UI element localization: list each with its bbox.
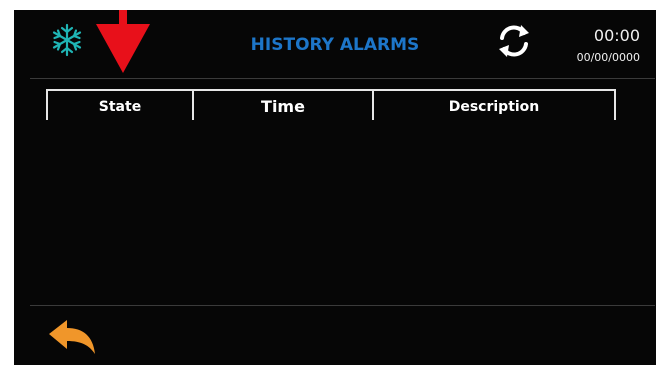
back-arrow-icon[interactable] [47,319,97,355]
alarm-history-screen: HISTORY ALARMS 00:00 00/00/0000 State Ti… [14,10,656,365]
column-separator [614,89,616,120]
column-header-state: State [98,99,142,115]
clock-date: 00/00/0000 [576,51,640,64]
page-title: HISTORY ALARMS [250,35,420,55]
header-divider [30,78,655,79]
footer-divider [30,305,655,306]
column-header-time: Time [261,97,305,116]
clock-time: 00:00 [593,26,640,45]
table-header-bar [46,89,616,91]
alarm-list [46,122,616,302]
sync-icon[interactable] [494,21,534,61]
column-header-description: Description [448,99,540,115]
